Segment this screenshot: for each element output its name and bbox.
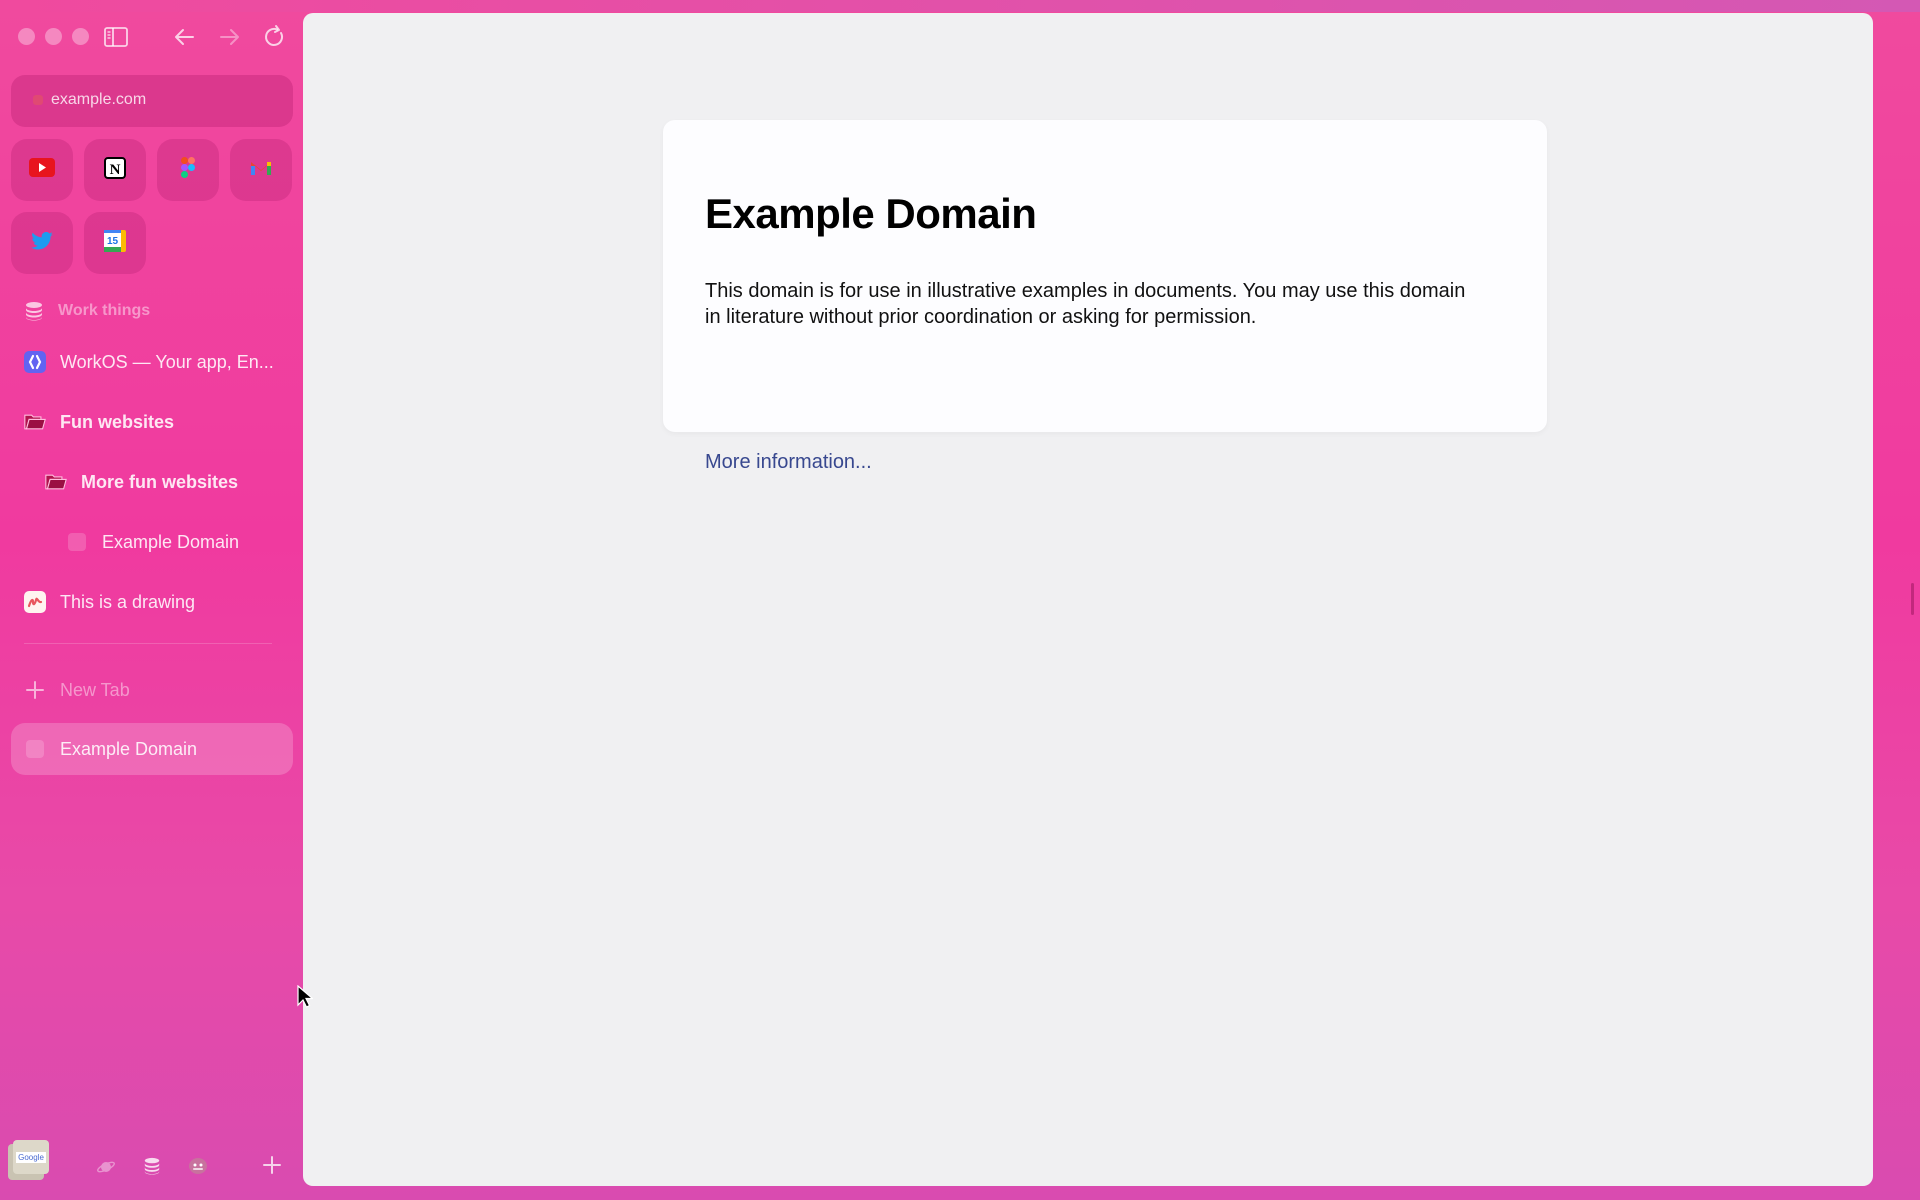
- folder-fun-websites[interactable]: Fun websites: [24, 408, 174, 436]
- stack-icon: [24, 301, 44, 321]
- calendar-date: 15: [107, 236, 119, 247]
- notion-icon: N: [104, 156, 126, 184]
- planet-icon[interactable]: [97, 1158, 115, 1181]
- emoji-icon[interactable]: [188, 1157, 208, 1180]
- pinned-item-label: This is a drawing: [60, 591, 196, 612]
- folder-icon: [45, 471, 67, 493]
- space-header[interactable]: Work things: [24, 299, 150, 323]
- pinned-item-label: Example Domain: [102, 531, 240, 552]
- arrow-right-icon[interactable]: [217, 24, 243, 50]
- pinned-item-drawing[interactable]: This is a drawing: [24, 588, 195, 616]
- page-icon: [66, 531, 88, 553]
- pinned-item-workos[interactable]: WorkOS — Your app, En...: [24, 348, 274, 376]
- address-bar[interactable]: example.com: [11, 75, 293, 127]
- new-tab-label: New Tab: [60, 679, 130, 700]
- sidebar-divider: [24, 643, 272, 644]
- drawing-icon: [24, 591, 46, 613]
- sidebar-bottom-bar: Google: [0, 1140, 303, 1190]
- tab-example-domain-content[interactable]: Example Domain: [24, 735, 197, 763]
- folder-more-fun-websites[interactable]: More fun websites: [45, 468, 238, 496]
- gmail-icon: [250, 160, 272, 181]
- favorite-google-calendar[interactable]: 15: [84, 212, 146, 274]
- svg-text:N: N: [110, 162, 121, 178]
- sidebar: example.com N 15 Work things WorkOS — Yo…: [0, 0, 303, 1200]
- plus-icon: [24, 679, 46, 701]
- reload-icon[interactable]: [262, 24, 288, 50]
- folder-label: More fun websites: [81, 471, 239, 492]
- close-window-button[interactable]: [18, 28, 35, 45]
- more-information-link[interactable]: More information...: [705, 451, 872, 474]
- favorite-notion[interactable]: N: [84, 139, 146, 201]
- page-card: Example Domain This domain is for use in…: [663, 120, 1547, 473]
- folder-label: Fun websites: [60, 411, 175, 432]
- workos-icon: [24, 351, 46, 373]
- space-label: Work things: [58, 302, 151, 319]
- pinned-item-example-domain[interactable]: Example Domain: [66, 528, 239, 556]
- calendar-icon: 15: [104, 229, 126, 257]
- favorite-youtube[interactable]: [11, 139, 73, 201]
- url-text: example.com: [51, 91, 147, 108]
- zoom-window-button[interactable]: [72, 28, 89, 45]
- page-icon: [24, 738, 46, 760]
- archived-tabs-button[interactable]: Google: [8, 1140, 49, 1180]
- arrow-left-icon[interactable]: [171, 24, 197, 50]
- window-resize-handle[interactable]: [1911, 583, 1914, 615]
- plus-icon[interactable]: [262, 1155, 282, 1180]
- youtube-icon: [29, 158, 55, 182]
- google-thumbnail: Google: [16, 1151, 46, 1163]
- stack-icon[interactable]: [143, 1156, 161, 1181]
- twitter-icon: [31, 231, 53, 255]
- sidebar-icon[interactable]: [103, 24, 129, 50]
- favorite-gmail[interactable]: [230, 139, 292, 201]
- mouse-cursor-icon: [297, 984, 315, 1014]
- pinned-item-label: WorkOS — Your app, En...: [60, 351, 274, 372]
- minimize-window-button[interactable]: [45, 28, 62, 45]
- page-title: Example Domain: [705, 190, 1037, 237]
- web-content: Example Domain This domain is for use in…: [303, 13, 1873, 1186]
- figma-icon: [181, 157, 195, 183]
- tab-label: Example Domain: [60, 738, 198, 759]
- folder-icon: [24, 411, 46, 433]
- page-body: This domain is for use in illustrative e…: [705, 280, 1466, 328]
- new-tab-button[interactable]: New Tab: [24, 676, 130, 704]
- favorite-figma[interactable]: [157, 139, 219, 201]
- favorite-twitter[interactable]: [11, 212, 73, 274]
- site-favicon: [33, 95, 43, 105]
